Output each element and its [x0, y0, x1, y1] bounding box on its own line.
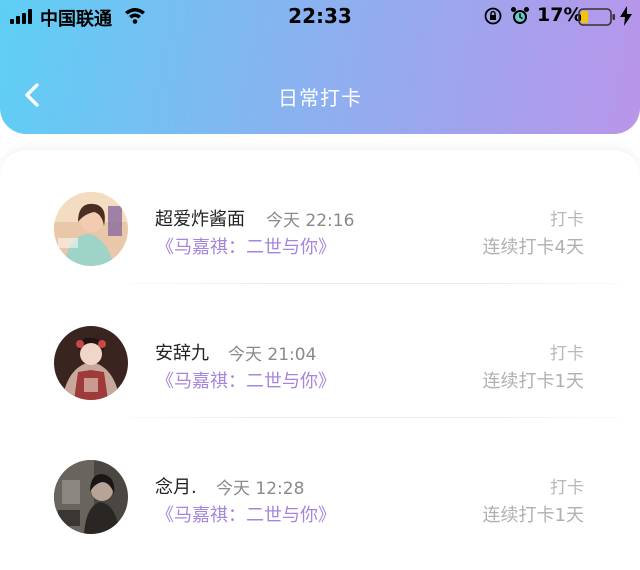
avatar[interactable]: [54, 460, 128, 534]
checkin-row[interactable]: 念月. 今天 12:28 《马嘉祺：二世与你》 打卡 连续打卡1天: [0, 418, 640, 552]
battery-icon: [578, 8, 615, 26]
user-name: 安辞九: [155, 343, 209, 364]
checkin-action-label: 打卡: [550, 344, 584, 364]
checkin-time: 今天 12:28: [216, 479, 305, 499]
book-title-link[interactable]: 《马嘉祺：二世与你》: [156, 233, 336, 259]
checkin-action-label: 打卡: [550, 478, 584, 498]
checkin-row[interactable]: 安辞九 今天 21:04 《马嘉祺：二世与你》 打卡 连续打卡1天: [0, 284, 640, 418]
streak-label: 连续打卡1天: [482, 505, 584, 526]
checkin-time: 今天 22:16: [266, 211, 355, 231]
user-name: 念月.: [155, 477, 197, 498]
streak-label: 连续打卡4天: [482, 237, 584, 258]
book-title-link[interactable]: 《马嘉祺：二世与你》: [156, 367, 336, 393]
user-name: 超爱炸酱面: [155, 209, 245, 230]
header-bar: 中国联通 22:33 17% 日常打卡: [0, 0, 640, 134]
streak-label: 连续打卡1天: [482, 371, 584, 392]
charging-icon: [620, 6, 632, 26]
status-bar: 中国联通 22:33 17%: [0, 0, 640, 34]
avatar[interactable]: [54, 192, 128, 266]
avatar[interactable]: [54, 326, 128, 400]
checkin-action-label: 打卡: [550, 210, 584, 230]
checkin-time: 今天 21:04: [228, 345, 317, 365]
checkin-row[interactable]: 超爱炸酱面 今天 22:16 《马嘉祺：二世与你》 打卡 连续打卡4天: [0, 150, 640, 284]
book-title-link[interactable]: 《马嘉祺：二世与你》: [156, 501, 336, 527]
rotation-lock-icon: [484, 7, 502, 25]
page-title: 日常打卡: [278, 86, 362, 110]
battery-percent: 17%: [537, 4, 583, 26]
checkin-list: 超爱炸酱面 今天 22:16 《马嘉祺：二世与你》 打卡 连续打卡4天 安辞九 …: [0, 150, 640, 570]
alarm-icon: [511, 7, 529, 24]
